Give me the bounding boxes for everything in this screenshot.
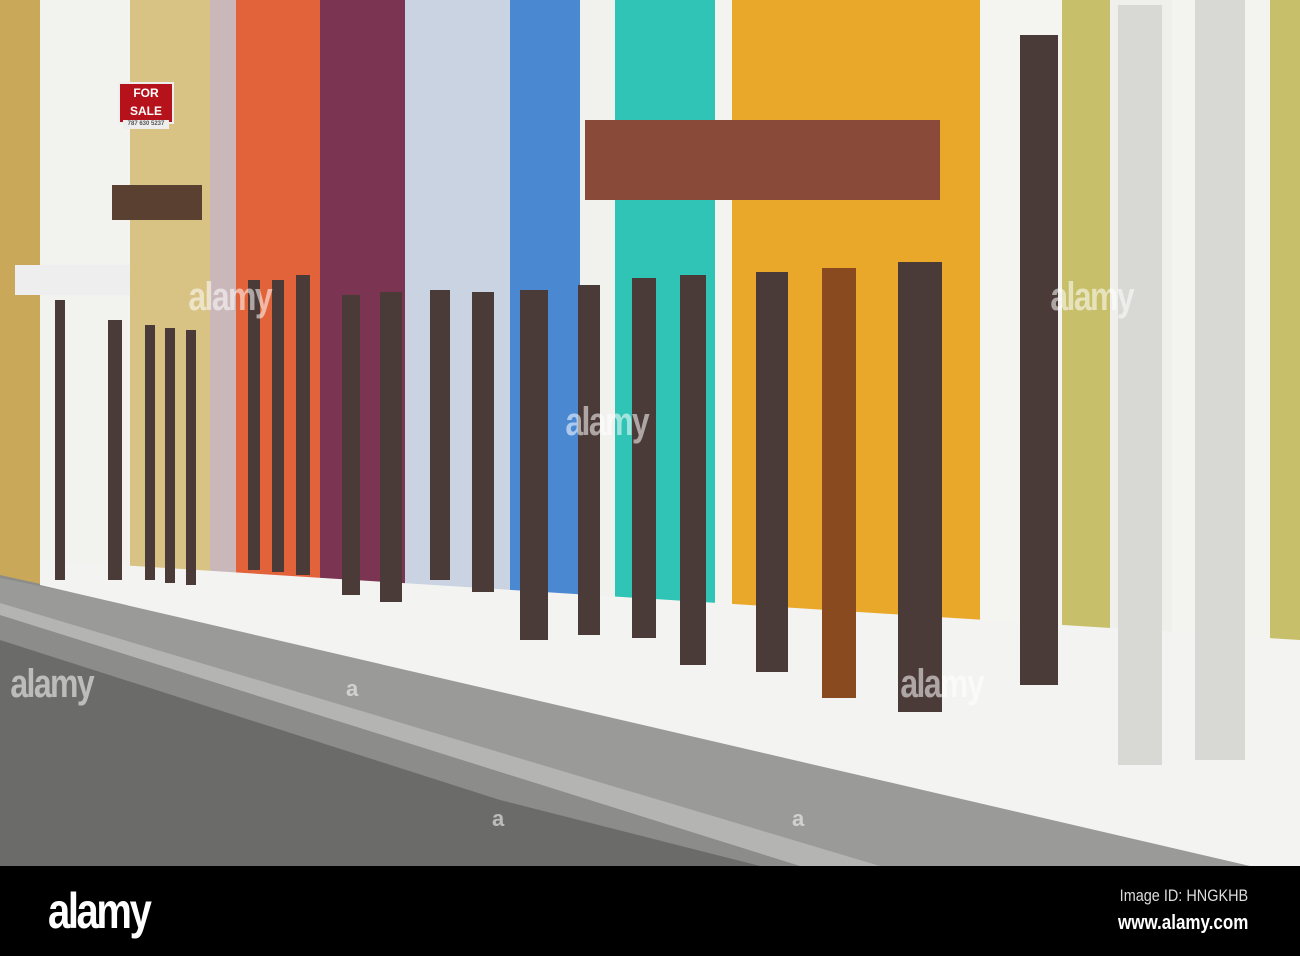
- window: [520, 290, 548, 640]
- window: [1020, 35, 1058, 685]
- image-id: Image ID: HNGKHB: [1119, 886, 1248, 905]
- street-scene: [0, 0, 1300, 866]
- window: [822, 268, 856, 698]
- watermark-center: alamy: [565, 400, 649, 444]
- watermark: alamy: [10, 662, 94, 706]
- window: [430, 290, 450, 580]
- watermark: alamy: [188, 275, 272, 319]
- window: [145, 325, 155, 580]
- stock-photo: FOR SALE 787 630 5237 alamy alamy alamy a…: [0, 0, 1300, 956]
- site-url: www.alamy.com: [1117, 912, 1248, 934]
- window: [248, 280, 260, 570]
- sign-text: FOR SALE: [129, 86, 162, 118]
- for-sale-sign: FOR SALE 787 630 5237: [118, 82, 174, 129]
- watermark: alamy: [1050, 275, 1134, 319]
- footer-bar: alamy Image ID: HNGKHB www.alamy.com: [0, 866, 1300, 956]
- window: [578, 285, 600, 635]
- window: [1118, 5, 1162, 765]
- window: [680, 275, 706, 665]
- window: [632, 278, 656, 638]
- balcony: [112, 185, 202, 220]
- balcony: [585, 120, 940, 200]
- window: [380, 292, 402, 602]
- window: [186, 330, 196, 585]
- watermark-mark: a: [792, 806, 805, 831]
- window: [898, 262, 942, 712]
- watermark-mark: a: [346, 676, 359, 701]
- sign-phone: 787 630 5237: [123, 120, 169, 129]
- window: [55, 300, 65, 580]
- window: [756, 272, 788, 672]
- watermark: alamy: [900, 662, 984, 706]
- window: [165, 328, 175, 583]
- alamy-logo: alamy: [48, 883, 152, 939]
- window: [108, 320, 122, 580]
- window: [296, 275, 310, 575]
- watermark-mark: a: [492, 806, 505, 831]
- window: [342, 295, 360, 595]
- window: [272, 280, 284, 572]
- window: [472, 292, 494, 592]
- window: [1195, 0, 1245, 760]
- balcony: [15, 265, 130, 295]
